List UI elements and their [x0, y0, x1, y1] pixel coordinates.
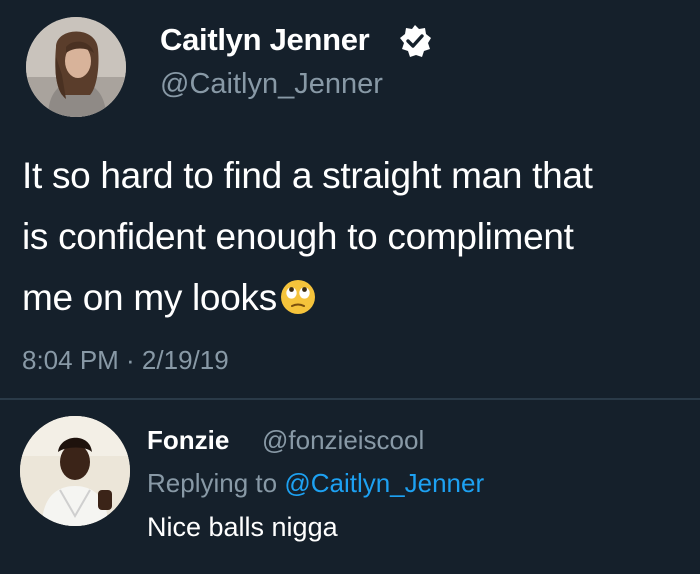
- author-name[interactable]: Caitlyn Jenner: [160, 22, 370, 58]
- replying-to-label: Replying to: [147, 468, 278, 498]
- tweet-thread: Caitlyn Jenner @Caitlyn_Jenner It so har…: [0, 0, 700, 574]
- tweet-text-line-content: me on my looks: [22, 277, 277, 318]
- main-tweet[interactable]: Caitlyn Jenner @Caitlyn_Jenner It so har…: [0, 0, 700, 400]
- author-handle[interactable]: @Caitlyn_Jenner: [160, 68, 383, 101]
- reply-author-name[interactable]: Fonzie: [147, 425, 229, 456]
- reply-text: Nice balls nigga: [147, 512, 338, 542]
- tweet-timestamp[interactable]: 8:04 PM · 2/19/19: [22, 345, 229, 376]
- tweet-text: It so hard to find a straight man that i…: [22, 145, 682, 328]
- tweet-text-line: me on my looks: [22, 267, 682, 328]
- tweet-text-line: is confident enough to compliment: [22, 216, 574, 257]
- reply-author-handle[interactable]: @fonzieiscool: [262, 425, 424, 456]
- verified-badge-icon: [400, 25, 431, 57]
- author-avatar[interactable]: [26, 17, 126, 117]
- thread-divider: [0, 398, 700, 400]
- author-avatar-image: [26, 17, 126, 117]
- tweet-text-line: It so hard to find a straight man that: [22, 155, 593, 196]
- reply-author-avatar[interactable]: [20, 416, 130, 526]
- replying-to-line: Replying to @Caitlyn_Jenner: [147, 468, 484, 499]
- reply-author-avatar-image: [20, 416, 130, 526]
- eye-roll-emoji-icon: [280, 280, 315, 314]
- replying-to-handle-link[interactable]: @Caitlyn_Jenner: [284, 468, 484, 498]
